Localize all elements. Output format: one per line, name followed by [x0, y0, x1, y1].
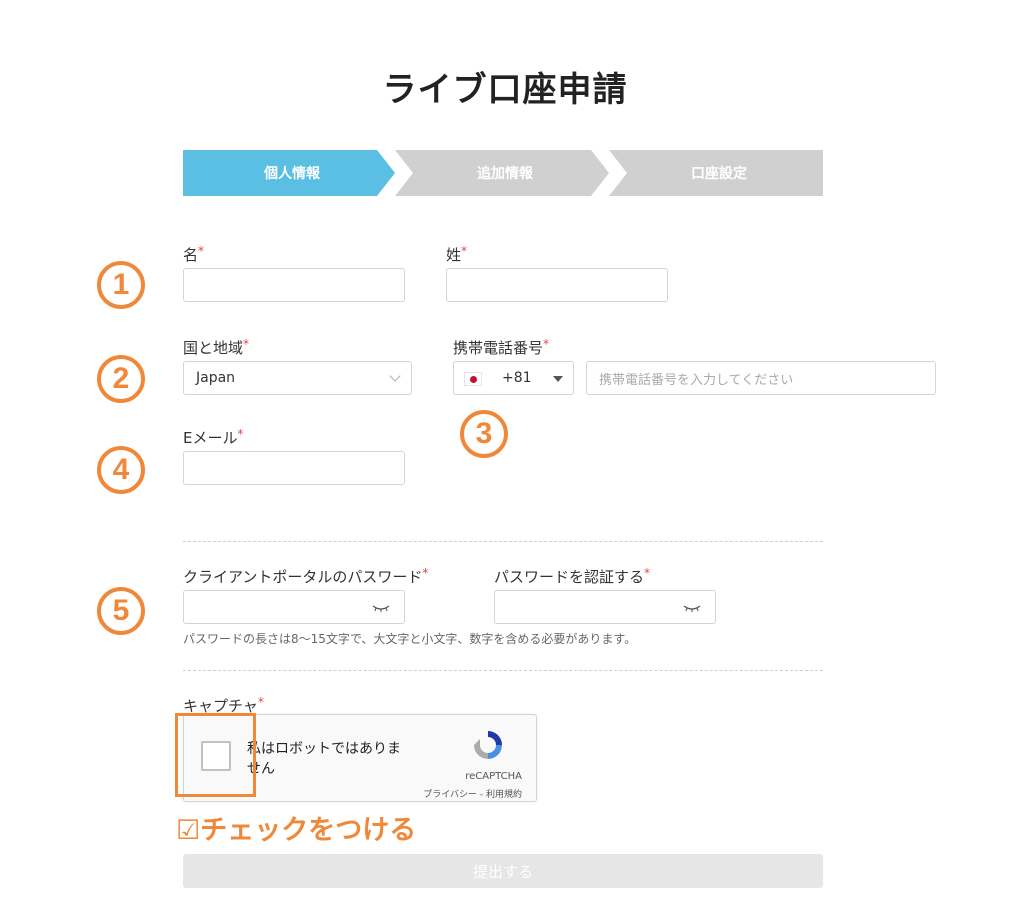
chevron-down-icon — [389, 370, 401, 382]
recaptcha-links[interactable]: プライバシー - 利用規約 — [423, 787, 522, 800]
label-text: 国と地域 — [183, 339, 244, 357]
phone-label: 携帯電話番号* — [453, 337, 549, 358]
eye-closed-icon[interactable] — [372, 604, 390, 612]
annotation-circle-5: 5 — [97, 587, 145, 635]
password-hint: パスワードの長さは8〜15文字で、大文字と小文字、数字を含める必要があります。 — [183, 632, 637, 646]
required-mark: * — [644, 566, 651, 580]
password-input[interactable] — [183, 590, 405, 624]
label-text: Eメール — [183, 429, 238, 447]
step-label: 口座設定 — [691, 166, 747, 182]
first-name-input[interactable] — [183, 268, 405, 302]
check-instruction-note: ☑チェックをつける — [176, 815, 417, 846]
checkbox-highlight — [175, 713, 256, 797]
caret-down-icon — [553, 376, 563, 382]
required-mark: * — [461, 244, 468, 258]
last-name-input[interactable] — [446, 268, 668, 302]
submit-button[interactable]: 提出する — [183, 854, 823, 888]
step-label: 追加情報 — [477, 166, 533, 182]
annotation-circle-4: 4 — [97, 446, 145, 494]
eye-closed-icon[interactable] — [683, 604, 701, 612]
required-mark: * — [243, 337, 250, 351]
page-title: ライブ口座申請 — [382, 70, 628, 110]
divider — [183, 541, 823, 542]
label-text: クライアントポータルのパスワード — [183, 568, 423, 586]
required-mark: * — [422, 566, 429, 580]
country-label: 国と地域* — [183, 337, 249, 358]
label-text: 姓 — [446, 246, 462, 264]
step-additional-info: 追加情報 — [395, 150, 609, 196]
dial-code-value: +81 — [502, 370, 532, 386]
annotation-circle-2: 2 — [97, 355, 145, 403]
country-value: Japan — [196, 370, 236, 386]
password-confirm-label: パスワードを認証する* — [494, 566, 650, 587]
step-label: 個人情報 — [264, 166, 320, 182]
label-text: パスワードを認証する — [494, 568, 645, 586]
phone-input[interactable]: 携帯電話番号を入力してください — [586, 361, 936, 395]
password-label: クライアントポータルのパスワード* — [183, 566, 428, 587]
progress-steps: 個人情報 追加情報 口座設定 — [183, 150, 823, 196]
recaptcha-brand: reCAPTCHA — [465, 771, 522, 782]
japan-flag-icon — [464, 372, 482, 386]
recaptcha-logo-icon — [470, 727, 506, 763]
first-name-label: 名* — [183, 244, 204, 265]
last-name-label: 姓* — [446, 244, 467, 265]
dial-code-select[interactable]: +81 — [453, 361, 574, 395]
required-mark: * — [257, 695, 264, 709]
required-mark: * — [543, 337, 550, 351]
country-select[interactable]: Japan — [183, 361, 412, 395]
password-confirm-input[interactable] — [494, 590, 716, 624]
required-mark: * — [237, 427, 244, 441]
email-label: Eメール* — [183, 427, 243, 448]
recaptcha-text: 私はロボットではありません — [247, 741, 401, 777]
label-text: 名 — [183, 246, 199, 264]
divider — [183, 670, 823, 671]
annotation-circle-1: 1 — [97, 261, 145, 309]
label-text: 携帯電話番号 — [453, 339, 544, 357]
required-mark: * — [198, 244, 205, 258]
email-input[interactable] — [183, 451, 405, 485]
annotation-circle-3: 3 — [460, 410, 508, 458]
step-account-settings: 口座設定 — [609, 150, 823, 196]
step-personal-info: 個人情報 — [183, 150, 395, 196]
